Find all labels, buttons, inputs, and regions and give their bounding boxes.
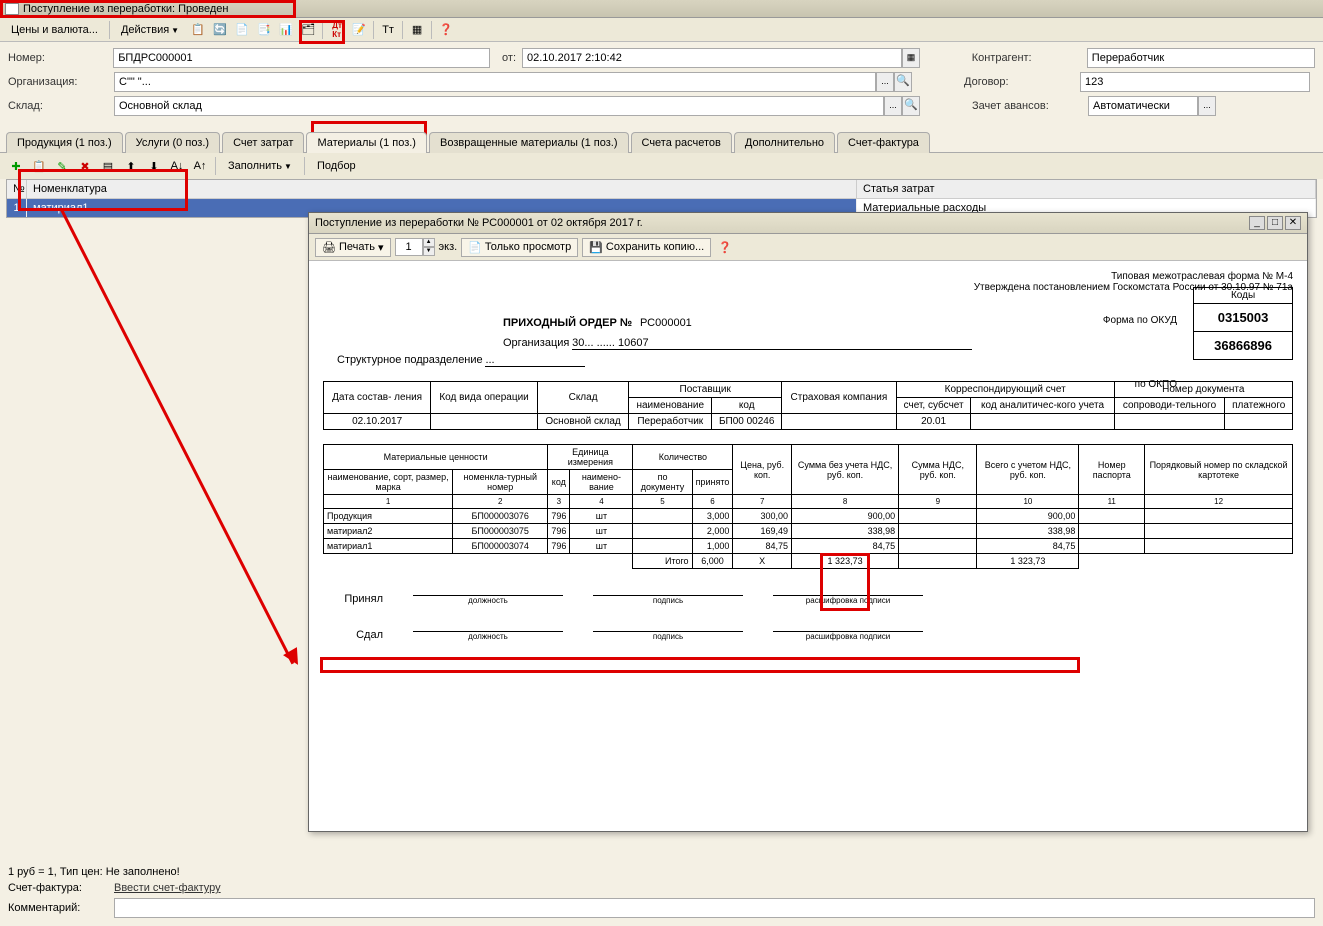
print-title-text: Поступление из переработки № РС000001 от… <box>315 217 643 229</box>
sf-link[interactable]: Ввести счет-фактуру <box>114 882 221 894</box>
icon-6[interactable]: 🗂 <box>298 20 318 40</box>
tab-bar: Продукция (1 поз.) Услуги (0 поз.) Счет … <box>0 132 1323 153</box>
view-only-button[interactable]: 📄 Только просмотр <box>461 238 578 257</box>
print-window: Поступление из переработки № РС000001 от… <box>308 212 1308 832</box>
window-titlebar: Поступление из переработки: Проведен <box>0 0 1323 18</box>
tab-content: ✚ 📋 ✎ ✖ ▤ ⬆ ⬇ A↓ A↑ Заполнить▼ Подбор № … <box>0 152 1323 218</box>
avans-input[interactable] <box>1088 96 1198 116</box>
rate-text: 1 руб = 1, Тип цен: Не заполнено! <box>8 866 180 878</box>
row-icon[interactable]: ▤ <box>98 156 118 176</box>
print-toolbar: 🖨 Печать▾ ▲▼ экз. 📄 Только просмотр 💾 Со… <box>309 234 1307 261</box>
close-button[interactable]: ✕ <box>1285 216 1301 230</box>
tab-additional[interactable]: Дополнительно <box>734 132 835 153</box>
avans-label: Зачет авансов: <box>972 100 1082 112</box>
print-titlebar: Поступление из переработки № РС000001 от… <box>309 213 1307 234</box>
sf-label: Счет-фактура: <box>8 882 108 894</box>
org-mag[interactable]: 🔍 <box>894 72 912 92</box>
tab-costs[interactable]: Счет затрат <box>222 132 304 153</box>
col-n: № <box>7 180 27 198</box>
print-button[interactable]: 🖨 Печать▾ <box>315 238 391 257</box>
date-picker-button[interactable]: ▦ <box>902 48 920 68</box>
data-table: Материальные ценности Единица измерения … <box>323 444 1293 569</box>
form-area: Номер: от: ▦ Контрагент: Организация: ..… <box>0 42 1323 126</box>
gave-row: Сдал должность подпись расшифровка подпи… <box>323 629 1293 641</box>
edit-icon[interactable]: ✎ <box>52 156 72 176</box>
org-dots[interactable]: ... <box>876 72 894 92</box>
comment-input[interactable] <box>114 898 1315 918</box>
icon-8[interactable]: 📝 <box>349 20 369 40</box>
col-nom[interactable]: Номенклатура <box>27 180 857 198</box>
codes-box: Коды 0315003 36866896 <box>1193 287 1293 360</box>
save-copy-button[interactable]: 💾 Сохранить копию... <box>582 238 711 257</box>
red-arrow-head <box>283 647 305 669</box>
delete-icon[interactable]: ✖ <box>75 156 95 176</box>
help-icon[interactable]: ❓ <box>715 237 735 257</box>
kontr-label: Контрагент: <box>972 52 1081 64</box>
prices-button[interactable]: Цены и валюта... <box>4 21 105 39</box>
tab-products[interactable]: Продукция (1 поз.) <box>6 132 123 153</box>
form-approved: Утверждена постановлением Госкомстата Ро… <box>323 282 1293 293</box>
dtkt-icon[interactable]: ДтКт <box>327 20 347 40</box>
org-input[interactable] <box>114 72 876 92</box>
help-icon[interactable]: ❓ <box>436 20 456 40</box>
footer: 1 руб = 1, Тип цен: Не заполнено! Счет-ф… <box>0 862 1323 926</box>
comment-label: Комментарий: <box>8 902 108 914</box>
ot-label: от: <box>496 52 516 64</box>
sklad-input[interactable] <box>114 96 884 116</box>
copies-spinner[interactable]: ▲▼ <box>395 238 435 256</box>
num-input[interactable] <box>113 48 490 68</box>
print-body: Типовая межотраслевая форма № М-4 Утверж… <box>309 261 1307 821</box>
red-arrow-line <box>60 209 294 665</box>
sort-desc-icon[interactable]: A↑ <box>190 156 210 176</box>
tab-returned[interactable]: Возвращенные материалы (1 поз.) <box>429 132 629 153</box>
tab-accounts[interactable]: Счета расчетов <box>631 132 732 153</box>
col-stat[interactable]: Статья затрат <box>857 180 1316 198</box>
icon-3[interactable]: 📄 <box>232 20 252 40</box>
spin-down[interactable]: ▼ <box>423 247 435 256</box>
dogovor-label: Договор: <box>964 76 1074 88</box>
tab-invoice[interactable]: Счет-фактура <box>837 132 930 153</box>
fill-button[interactable]: Заполнить▼ <box>221 157 299 175</box>
accepted-row: Принял должность подпись расшифровка под… <box>323 593 1293 605</box>
icon-1[interactable]: 📋 <box>188 20 208 40</box>
spin-up[interactable]: ▲ <box>423 238 435 247</box>
num-label: Номер: <box>8 52 107 64</box>
down-icon[interactable]: ⬇ <box>144 156 164 176</box>
dogovor-input[interactable] <box>1080 72 1310 92</box>
minimize-button[interactable]: _ <box>1249 216 1265 230</box>
podbor-button[interactable]: Подбор <box>310 157 363 175</box>
date-input[interactable] <box>522 48 902 68</box>
icon-9[interactable]: Тт <box>378 20 398 40</box>
icon-4[interactable]: 📑 <box>254 20 274 40</box>
refresh-icon[interactable]: 🔄 <box>210 20 230 40</box>
main-toolbar: Цены и валюта... Действия▼ 📋 🔄 📄 📑 📊 🗂 Д… <box>0 18 1323 42</box>
tab-services[interactable]: Услуги (0 поз.) <box>125 132 220 153</box>
kontr-input[interactable] <box>1087 48 1315 68</box>
sklad-label: Склад: <box>8 100 108 112</box>
document-icon <box>5 3 19 15</box>
tab-materials[interactable]: Материалы (1 поз.) <box>306 132 427 153</box>
sklad-mag[interactable]: 🔍 <box>902 96 920 116</box>
copy-icon[interactable]: 📋 <box>29 156 49 176</box>
add-icon[interactable]: ✚ <box>6 156 26 176</box>
window-title: Поступление из переработки: Проведен <box>23 3 229 15</box>
org-label: Организация: <box>8 76 108 88</box>
up-icon[interactable]: ⬆ <box>121 156 141 176</box>
form-number: Типовая межотраслевая форма № М-4 <box>323 271 1293 282</box>
sort-asc-icon[interactable]: A↓ <box>167 156 187 176</box>
sklad-dots[interactable]: ... <box>884 96 902 116</box>
sub-toolbar: ✚ 📋 ✎ ✖ ▤ ⬆ ⬇ A↓ A↑ Заполнить▼ Подбор <box>0 153 1323 179</box>
actions-button[interactable]: Действия▼ <box>114 21 186 39</box>
icon-10[interactable]: ▦ <box>407 20 427 40</box>
avans-dots[interactable]: ... <box>1198 96 1216 116</box>
maximize-button[interactable]: □ <box>1267 216 1283 230</box>
icon-5[interactable]: 📊 <box>276 20 296 40</box>
